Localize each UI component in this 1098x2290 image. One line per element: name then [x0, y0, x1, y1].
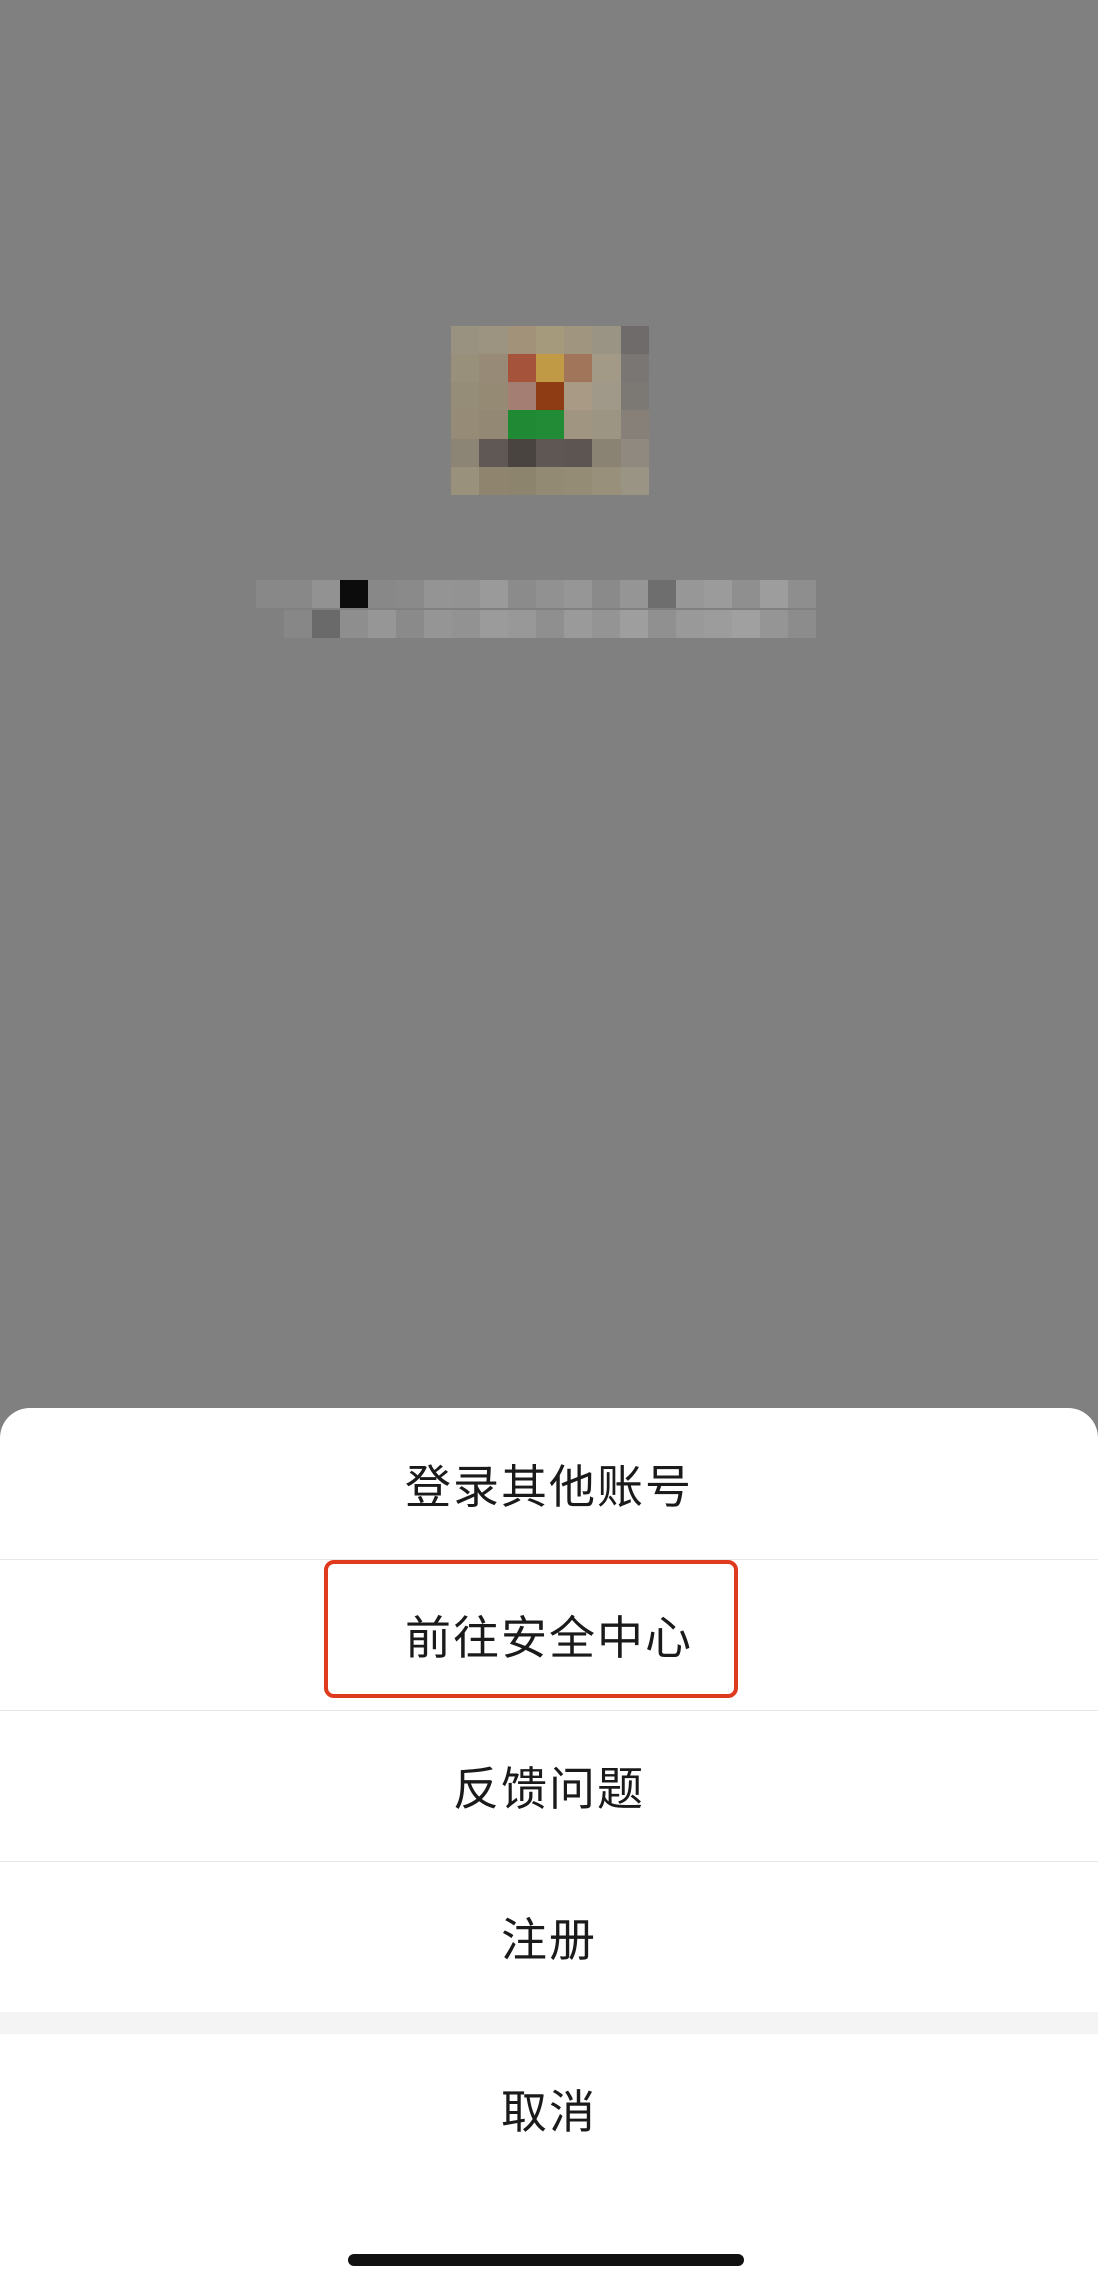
login-other-account-button[interactable]: 登录其他账号 [0, 1408, 1098, 1559]
login-screen: 登录其他账号 前往安全中心 反馈问题 注册 取消 [0, 0, 1098, 2290]
feedback-button[interactable]: 反馈问题 [0, 1710, 1098, 1861]
register-button[interactable]: 注册 [0, 1861, 1098, 2012]
go-to-security-center-button[interactable]: 前往安全中心 [0, 1559, 1098, 1710]
account-name [256, 580, 826, 640]
home-indicator[interactable] [348, 2254, 744, 2266]
sheet-separator [0, 2012, 1098, 2034]
avatar [451, 326, 649, 495]
action-sheet: 登录其他账号 前往安全中心 反馈问题 注册 取消 [0, 1408, 1098, 2290]
cancel-button[interactable]: 取消 [0, 2034, 1098, 2184]
